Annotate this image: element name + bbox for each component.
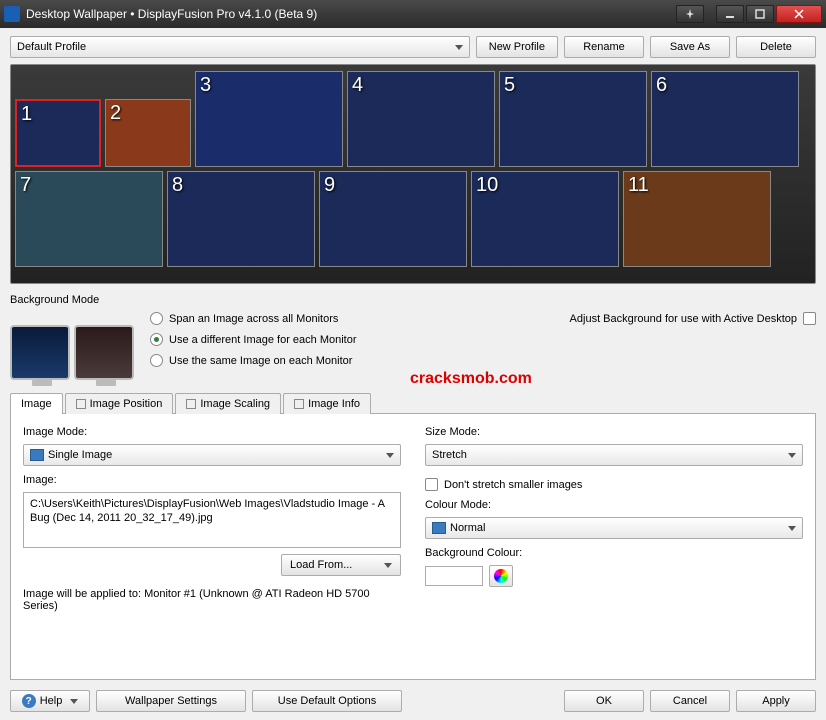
radio-same[interactable]: Use the same Image on each Monitor [150, 354, 357, 367]
tab-bar: Image Image Position Image Scaling Image… [10, 392, 816, 414]
pin-button[interactable] [676, 5, 704, 23]
monitor-thumb-3[interactable]: 3 [195, 71, 343, 167]
left-column: Image Mode: Single Image Image: C:\Users… [23, 424, 401, 669]
chevron-down-icon [788, 453, 796, 458]
monitor-thumb-11[interactable]: 11 [623, 171, 771, 267]
chevron-down-icon [455, 45, 463, 50]
tab-image-position[interactable]: Image Position [65, 393, 174, 414]
status-text: Image will be applied to: Monitor #1 (Un… [23, 588, 401, 612]
minimize-button[interactable] [716, 5, 744, 23]
cancel-button[interactable]: Cancel [650, 690, 730, 712]
image-icon [30, 449, 44, 461]
monitor-thumbnails: 1 2 3 4 5 6 7 8 9 10 11 [10, 64, 816, 284]
colour-mode-label: Colour Mode: [425, 499, 803, 511]
image-path-box[interactable]: C:\Users\Keith\Pictures\DisplayFusion\We… [23, 492, 401, 548]
colour-wheel-icon [494, 569, 508, 583]
monitor-thumb-9[interactable]: 9 [319, 171, 467, 267]
size-mode-select[interactable]: Stretch [425, 444, 803, 466]
monitor-thumb-4[interactable]: 4 [347, 71, 495, 167]
square-icon [186, 399, 196, 409]
bottom-bar: ? Help Wallpaper Settings Use Default Op… [10, 680, 816, 712]
monitor-illustration [10, 310, 140, 380]
tab-image-scaling[interactable]: Image Scaling [175, 393, 281, 414]
monitor-thumb-2[interactable]: 2 [105, 99, 191, 167]
image-mode-select[interactable]: Single Image [23, 444, 401, 466]
app-icon [4, 6, 20, 22]
image-label: Image: [23, 474, 401, 486]
new-profile-button[interactable]: New Profile [476, 36, 558, 58]
saveas-button[interactable]: Save As [650, 36, 730, 58]
colour-swatch[interactable] [425, 566, 483, 586]
chevron-down-icon [384, 563, 392, 568]
chevron-down-icon [788, 526, 796, 531]
bg-colour-label: Background Colour: [425, 547, 803, 559]
help-icon: ? [22, 694, 36, 708]
tab-image[interactable]: Image [10, 393, 63, 414]
colour-mode-select[interactable]: Normal [425, 517, 803, 539]
tab-content: Image Mode: Single Image Image: C:\Users… [10, 414, 816, 680]
monitor-thumb-1[interactable]: 1 [15, 99, 101, 167]
titlebar: Desktop Wallpaper • DisplayFusion Pro v4… [0, 0, 826, 28]
wallpaper-settings-button[interactable]: Wallpaper Settings [96, 690, 246, 712]
background-mode-section: Background Mode Span an Image across all… [10, 294, 816, 380]
apply-button[interactable]: Apply [736, 690, 816, 712]
checkbox-icon [425, 478, 438, 491]
rename-button[interactable]: Rename [564, 36, 644, 58]
radio-span[interactable]: Span an Image across all Monitors [150, 312, 357, 325]
right-column: Size Mode: Stretch Don't stretch smaller… [425, 424, 803, 669]
monitor-icon [74, 325, 134, 380]
square-icon [294, 399, 304, 409]
checkbox-icon [803, 312, 816, 325]
dont-stretch-checkbox[interactable]: Don't stretch smaller images [425, 478, 803, 491]
image-icon [432, 522, 446, 534]
radio-diff[interactable]: Use a different Image for each Monitor [150, 333, 357, 346]
monitor-thumb-5[interactable]: 5 [499, 71, 647, 167]
delete-button[interactable]: Delete [736, 36, 816, 58]
use-default-options-button[interactable]: Use Default Options [252, 690, 402, 712]
monitor-thumb-10[interactable]: 10 [471, 171, 619, 267]
radio-icon [150, 333, 163, 346]
square-icon [76, 399, 86, 409]
tab-image-info[interactable]: Image Info [283, 393, 371, 414]
profile-select[interactable]: Default Profile [10, 36, 470, 58]
monitor-thumb-8[interactable]: 8 [167, 171, 315, 267]
ok-button[interactable]: OK [564, 690, 644, 712]
system-buttons [676, 5, 822, 23]
adjust-active-desktop[interactable]: Adjust Background for use with Active De… [570, 310, 816, 325]
monitor-thumb-7[interactable]: 7 [15, 171, 163, 267]
profile-selected: Default Profile [17, 41, 86, 53]
maximize-button[interactable] [746, 5, 774, 23]
help-button[interactable]: ? Help [10, 690, 90, 712]
monitor-thumb-6[interactable]: 6 [651, 71, 799, 167]
content-area: Default Profile New Profile Rename Save … [0, 28, 826, 720]
monitor-icon [10, 325, 70, 380]
chevron-down-icon [70, 699, 78, 704]
background-mode-label: Background Mode [10, 294, 816, 306]
watermark: cracksmob.com [410, 370, 532, 388]
load-from-button[interactable]: Load From... [281, 554, 401, 576]
chevron-down-icon [386, 453, 394, 458]
size-mode-label: Size Mode: [425, 426, 803, 438]
radio-icon [150, 354, 163, 367]
close-button[interactable] [776, 5, 822, 23]
bg-colour-row [425, 565, 803, 587]
profile-row: Default Profile New Profile Rename Save … [10, 36, 816, 58]
window-title: Desktop Wallpaper • DisplayFusion Pro v4… [26, 7, 676, 21]
colour-picker-button[interactable] [489, 565, 513, 587]
radio-icon [150, 312, 163, 325]
background-mode-radios: Span an Image across all Monitors Use a … [150, 310, 357, 367]
image-mode-label: Image Mode: [23, 426, 401, 438]
